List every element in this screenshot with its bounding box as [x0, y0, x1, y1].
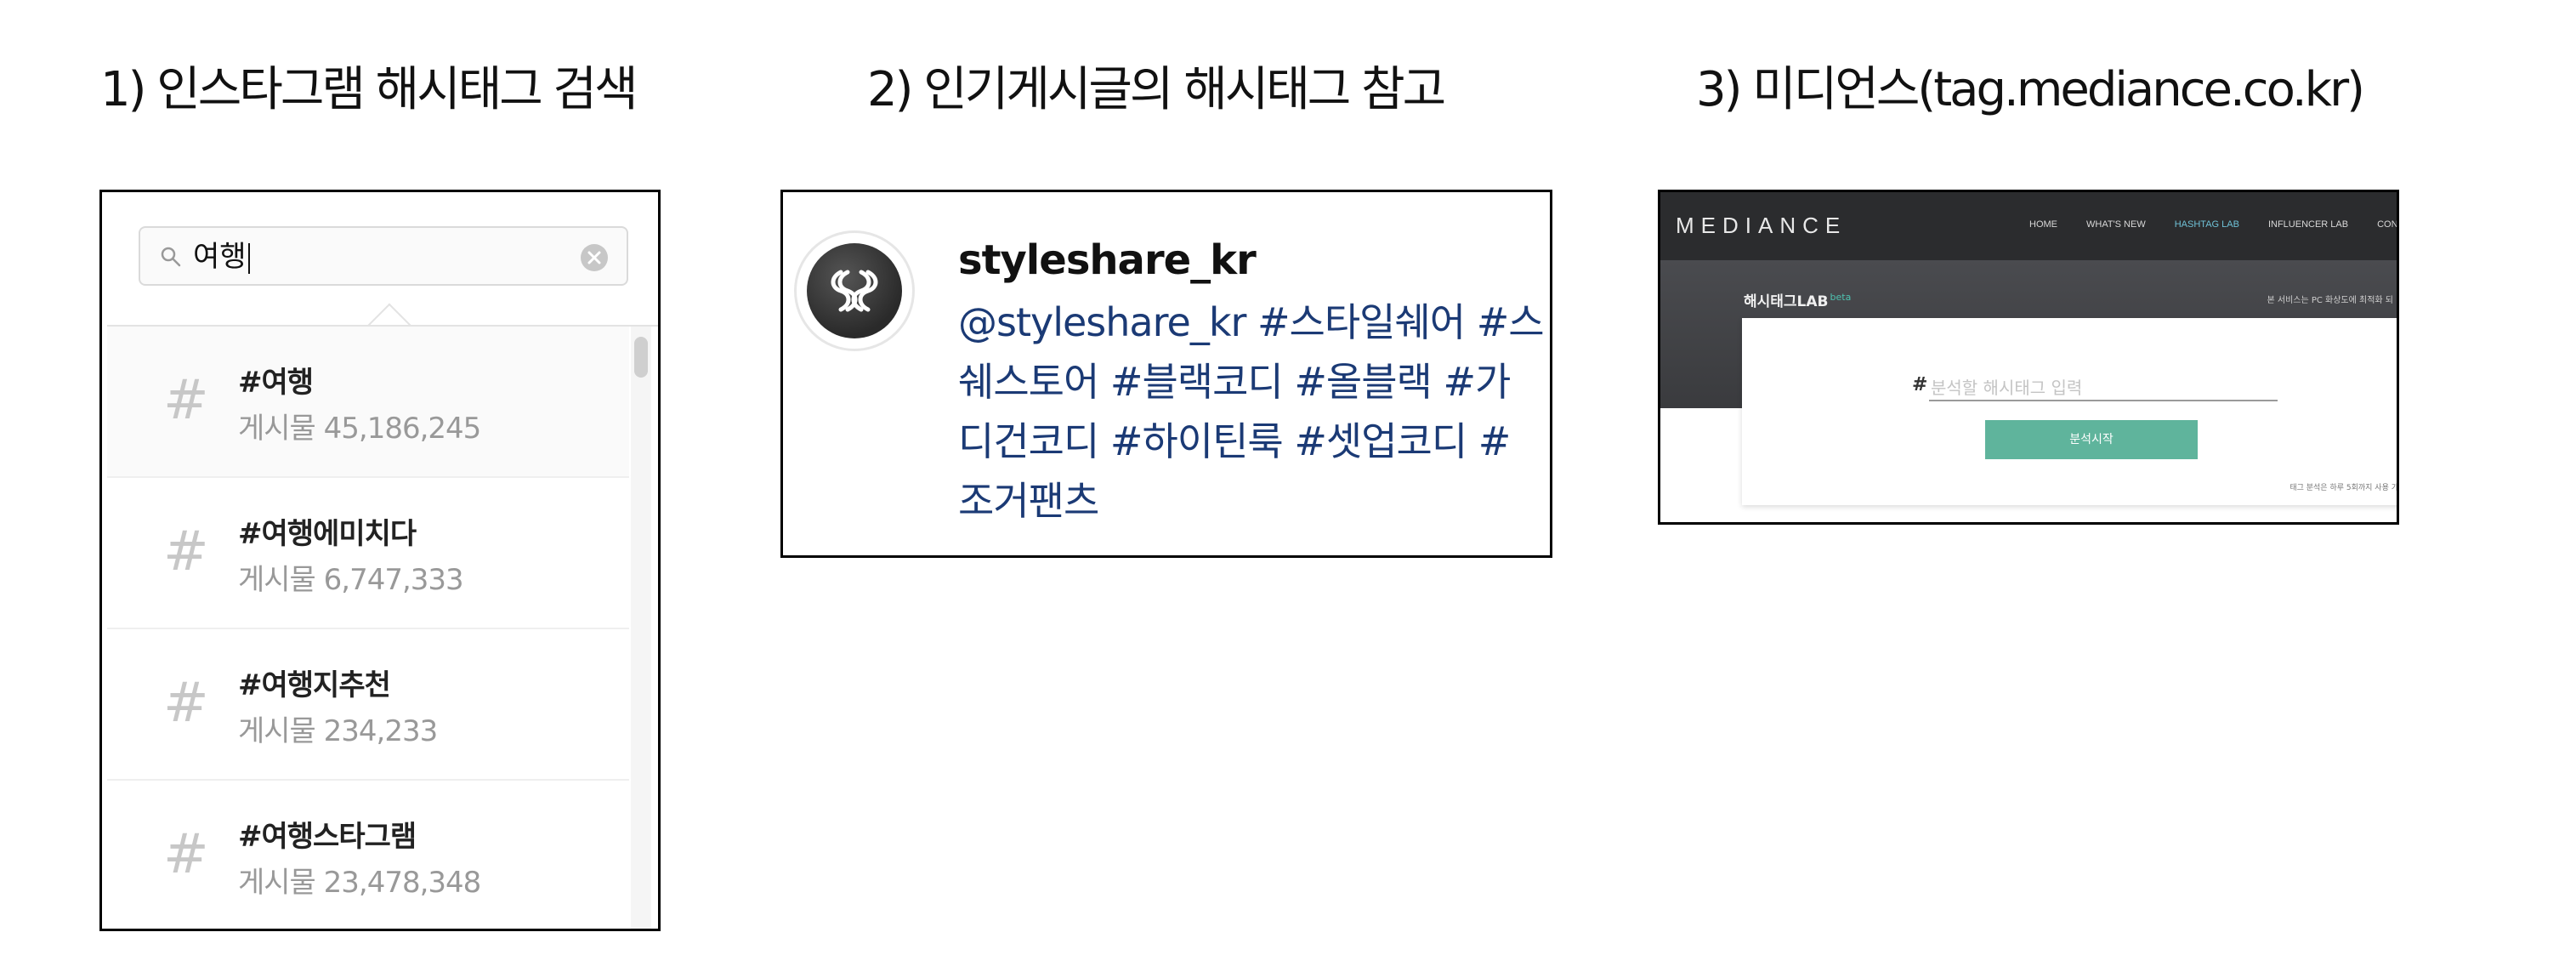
- search-result-item[interactable]: # #여행스타그램 게시물 23,478,348: [107, 781, 629, 929]
- avatar-image: [807, 243, 902, 338]
- mediance-header: MEDIANCE HOME WHAT'S NEW HASHTAG LAB INF…: [1660, 192, 2397, 260]
- post-username[interactable]: styleshare_kr: [958, 233, 1257, 287]
- search-icon: [161, 247, 181, 267]
- section-title-instagram-search: 1) 인스타그램 해시태그 검색: [100, 62, 638, 117]
- popular-post-panel: styleshare_kr @styleshare_kr #스타일쉐어 #스쉐스…: [780, 190, 1552, 558]
- hashtag-icon: #: [163, 672, 209, 735]
- result-tag-name: #여행지추천: [238, 668, 391, 702]
- mediance-nav: HOME WHAT'S NEW HASHTAG LAB INFLUENCER L…: [2029, 219, 2397, 230]
- section-title-popular-post: 2) 인기게시글의 해시태그 참고: [867, 62, 1446, 117]
- hero-note: 본 서비스는 PC 화상도에 최적화 되: [2267, 296, 2393, 305]
- search-results-list: # #여행 게시물 45,186,245 # #여행에미치다 게시물 6,747…: [107, 327, 629, 929]
- mediance-logo[interactable]: MEDIANCE: [1676, 213, 1847, 239]
- nav-cont[interactable]: CONT: [2377, 219, 2397, 230]
- hashtag-analysis-card: # 분석할 해시태그 입력 분석시작 태그 분석은 하루 5회까지 사용 가: [1742, 318, 2398, 505]
- result-post-count: 게시물 6,747,333: [238, 563, 464, 597]
- avatar[interactable]: [794, 230, 915, 351]
- search-results-dropdown: # #여행 게시물 45,186,245 # #여행에미치다 게시물 6,747…: [107, 325, 658, 929]
- scrollbar-thumb[interactable]: [634, 337, 648, 378]
- result-post-count: 게시물 23,478,348: [238, 866, 481, 900]
- beta-badge: beta: [1830, 292, 1852, 304]
- result-tag-name: #여행: [238, 366, 314, 400]
- hashtag-input[interactable]: 분석할 해시태그 입력: [1931, 374, 2082, 399]
- search-input[interactable]: 여행: [139, 226, 628, 286]
- hash-symbol: #: [1912, 374, 1928, 395]
- nav-influencer-lab[interactable]: INFLUENCER LAB: [2268, 219, 2348, 230]
- hashtag-icon: #: [163, 823, 209, 886]
- mediance-panel: MEDIANCE HOME WHAT'S NEW HASHTAG LAB INF…: [1658, 190, 2399, 525]
- section-title-mediance: 3) 미디언스(tag.mediance.co.kr): [1696, 62, 2365, 117]
- text-caret: [247, 242, 250, 274]
- nav-hashtag-lab[interactable]: HASHTAG LAB: [2175, 219, 2239, 230]
- result-post-count: 게시물 45,186,245: [238, 412, 481, 446]
- nav-home[interactable]: HOME: [2029, 219, 2057, 230]
- hashtag-icon: #: [163, 369, 209, 432]
- nav-whats-new[interactable]: WHAT'S NEW: [2086, 219, 2146, 230]
- result-post-count: 게시물 234,233: [238, 714, 438, 748]
- instagram-search-panel: 여행 # #여행 게시물 45,186,245 # #여행에미치다 게시물 6,…: [99, 190, 661, 931]
- hero-title: 해시태그LAB beta: [1744, 292, 1852, 310]
- usage-footnote: 태그 분석은 하루 5회까지 사용 가: [2289, 484, 2398, 492]
- styleshare-logo-icon: [831, 270, 878, 312]
- search-result-item[interactable]: # #여행에미치다 게시물 6,747,333: [107, 478, 629, 629]
- hashtag-icon: #: [163, 520, 209, 583]
- clear-icon[interactable]: [579, 242, 610, 273]
- result-tag-name: #여행스타그램: [238, 820, 417, 854]
- results-scrollbar[interactable]: [631, 327, 651, 929]
- post-caption-hashtags: @styleshare_kr #스타일쉐어 #스쉐스토어 #블랙코디 #올블랙 …: [958, 299, 1545, 524]
- search-query: 여행: [193, 236, 250, 277]
- result-tag-name: #여행에미치다: [238, 517, 417, 551]
- start-analysis-button[interactable]: 분석시작: [1985, 420, 2198, 459]
- search-result-item[interactable]: # #여행 게시물 45,186,245: [107, 327, 629, 478]
- search-result-item[interactable]: # #여행지추천 게시물 234,233: [107, 629, 629, 781]
- input-underline: [1929, 400, 2278, 401]
